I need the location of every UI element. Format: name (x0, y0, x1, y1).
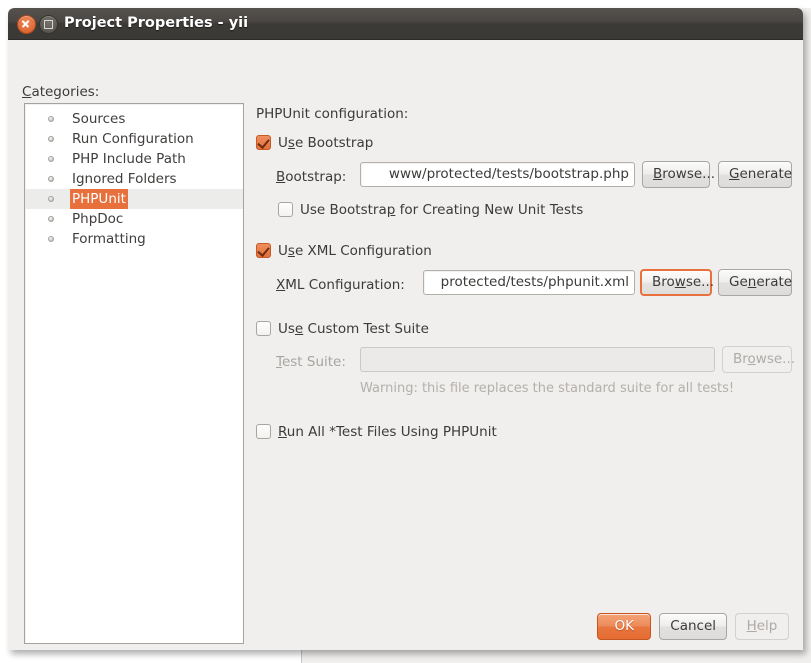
bootstrap-browse-button[interactable]: Browse... (642, 161, 710, 188)
background-window-top-strip (301, 0, 811, 8)
sidebar-item-sources[interactable]: Sources (25, 109, 243, 129)
project-properties-dialog: Project Properties - yii Categories: Sou… (8, 8, 803, 650)
ok-button[interactable]: OK (597, 613, 651, 640)
sidebar-item-phpdoc[interactable]: PhpDoc (25, 209, 243, 229)
xml-configuration-input[interactable]: protected/tests/phpunit.xml (423, 270, 635, 295)
xml-configuration-input-value: protected/tests/phpunit.xml (441, 274, 629, 290)
use-custom-test-suite-label: Use Custom Test Suite (278, 321, 429, 337)
sidebar-item-label: Ignored Folders (70, 169, 179, 189)
bootstrap-input[interactable]: www/protected/tests/bootstrap.php (360, 162, 635, 187)
close-icon[interactable] (17, 15, 36, 34)
run-all-test-files-row[interactable]: Run All *Test Files Using PHPUnit (256, 421, 497, 440)
bullet-icon (48, 136, 54, 142)
use-bootstrap-new-tests-label: Use Bootstrap for Creating New Unit Test… (300, 202, 583, 218)
dialog-footer: OK Cancel Help (597, 613, 789, 640)
sidebar-item-label: Sources (70, 109, 127, 129)
use-bootstrap-label: Use Bootstrap (278, 135, 373, 151)
help-button[interactable]: Help (735, 613, 789, 640)
bullet-icon (48, 156, 54, 162)
sidebar-item-ignored-folders[interactable]: Ignored Folders (25, 169, 243, 189)
test-suite-label: Test Suite: (276, 351, 346, 370)
dialog-body: Categories: Sources Run Configuration PH… (8, 40, 803, 650)
test-suite-warning: Warning: this file replaces the standard… (360, 381, 734, 396)
bullet-icon (48, 216, 54, 222)
bullet-icon (48, 196, 54, 202)
sidebar-item-label: PhpDoc (70, 209, 125, 229)
bootstrap-label: Bootstrap: (276, 166, 346, 185)
maximize-icon[interactable] (39, 15, 58, 34)
use-xml-configuration-row[interactable]: Use XML Configuration (256, 240, 432, 259)
sidebar-item-label: PHP Include Path (70, 149, 188, 169)
categories-listbox[interactable]: Sources Run Configuration PHP Include Pa… (24, 103, 244, 644)
pane-title: PHPUnit configuration: (256, 106, 408, 122)
cancel-button[interactable]: Cancel (659, 613, 727, 640)
sidebar-item-label: Formatting (70, 229, 148, 249)
bullet-icon (48, 116, 54, 122)
use-bootstrap-checkbox[interactable] (256, 135, 271, 150)
sidebar-item-label: PHPUnit (70, 189, 128, 209)
xml-configuration-label: XML Configuration: (276, 274, 405, 293)
window-title: Project Properties - yii (64, 8, 248, 39)
categories-label: Categories: (22, 84, 99, 100)
run-all-test-files-checkbox[interactable] (256, 424, 271, 439)
use-custom-test-suite-row[interactable]: Use Custom Test Suite (256, 318, 429, 337)
run-all-test-files-label: Run All *Test Files Using PHPUnit (278, 424, 497, 440)
dialog-titlebar[interactable]: Project Properties - yii (8, 8, 803, 40)
sidebar-item-formatting[interactable]: Formatting (25, 229, 243, 249)
bullet-icon (48, 176, 54, 182)
bootstrap-input-value: www/protected/tests/bootstrap.php (389, 166, 629, 182)
bullet-icon (48, 236, 54, 242)
xml-configuration-generate-button[interactable]: Generate (718, 269, 792, 296)
use-bootstrap-new-tests-row[interactable]: Use Bootstrap for Creating New Unit Test… (278, 199, 583, 218)
sidebar-item-run-configuration[interactable]: Run Configuration (25, 129, 243, 149)
sidebar-item-phpunit[interactable]: PHPUnit (25, 189, 243, 209)
sidebar-item-php-include-path[interactable]: PHP Include Path (25, 149, 243, 169)
bootstrap-generate-button[interactable]: Generate (718, 161, 792, 188)
sidebar-item-label: Run Configuration (70, 129, 196, 149)
test-suite-browse-button[interactable]: Browse... (722, 346, 792, 373)
use-bootstrap-row[interactable]: Use Bootstrap (256, 132, 373, 151)
use-xml-configuration-label: Use XML Configuration (278, 243, 432, 259)
test-suite-input[interactable] (360, 347, 715, 372)
categories-label-mnemonic: C (22, 84, 31, 100)
use-bootstrap-new-tests-checkbox[interactable] (278, 202, 293, 217)
use-xml-configuration-checkbox[interactable] (256, 243, 271, 258)
screen: Project Properties - yii Categories: Sou… (0, 0, 811, 663)
use-custom-test-suite-checkbox[interactable] (256, 321, 271, 336)
xml-configuration-browse-button[interactable]: Browse... (640, 269, 712, 296)
